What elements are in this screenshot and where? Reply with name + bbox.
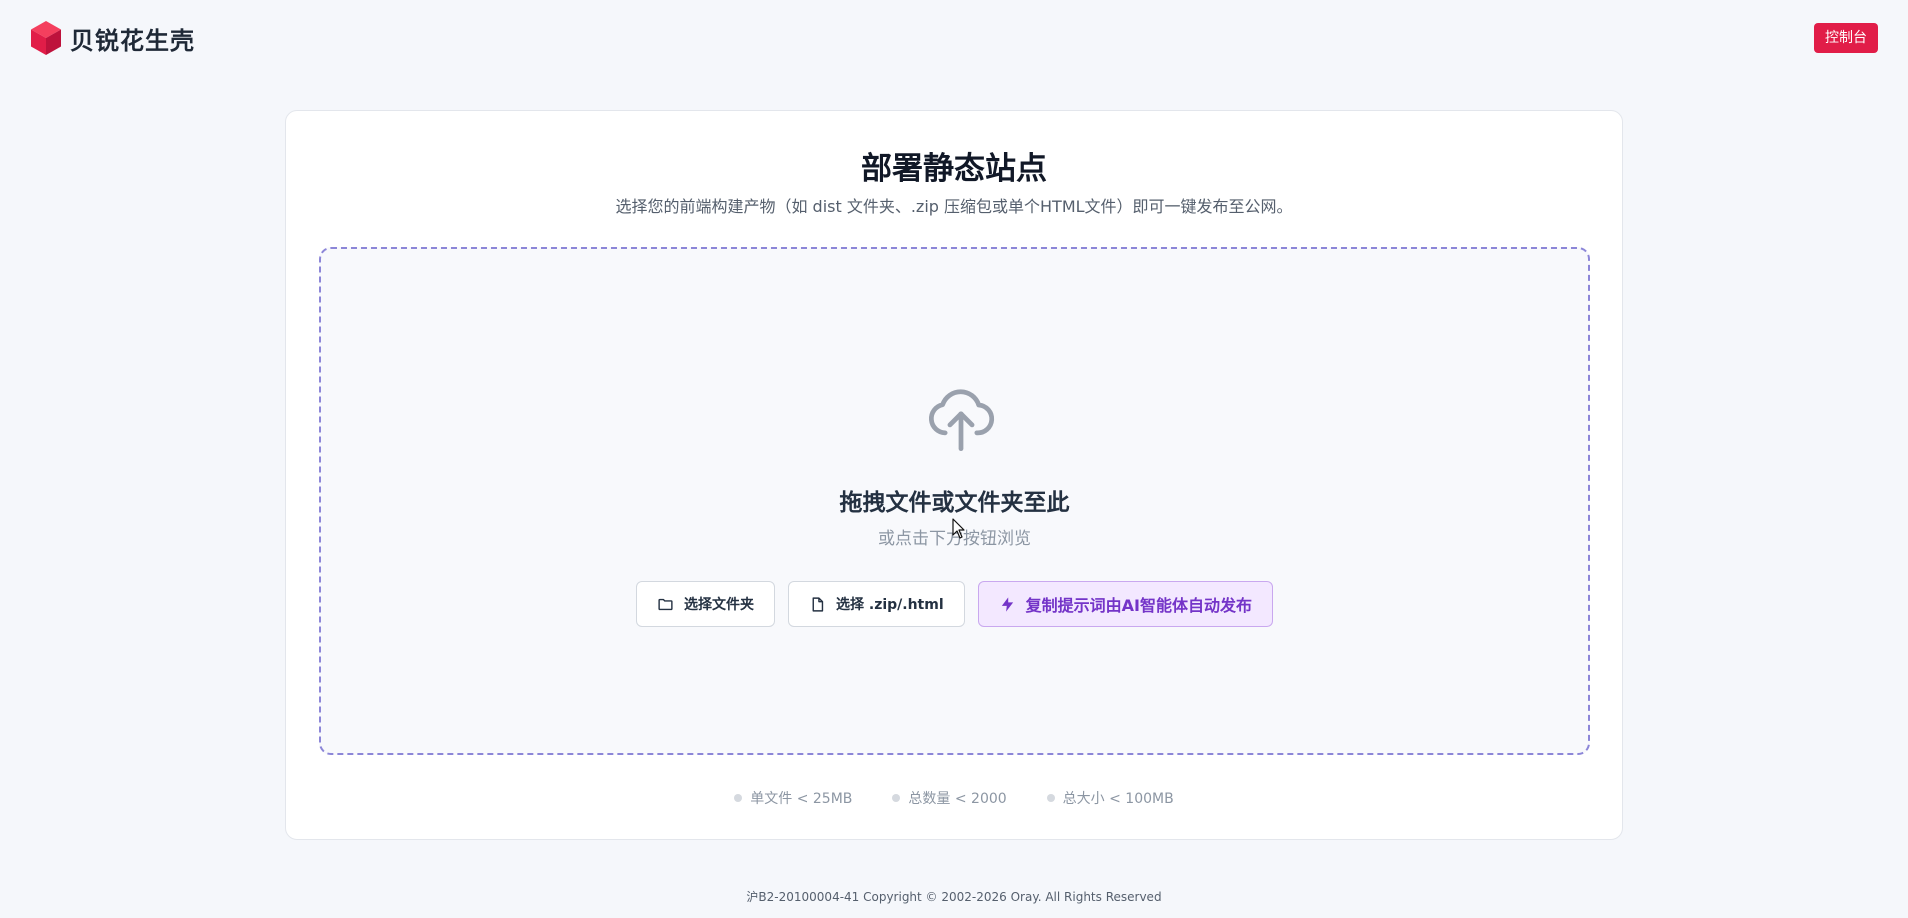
bullet-dot-icon <box>892 794 901 802</box>
copy-ai-prompt-button[interactable]: 复制提示词由AI智能体自动发布 <box>977 581 1273 627</box>
top-bar: 贝锐花生壳 控制台 <box>0 0 1908 76</box>
page-title: 部署静态站点 <box>861 151 1047 187</box>
copy-ai-prompt-label: 复制提示词由AI智能体自动发布 <box>1025 596 1252 615</box>
footer-copyright: 沪B2-20100004-41 Copyright © 2002-2026 Or… <box>746 890 1162 904</box>
deploy-card: 部署静态站点 选择您的前端构建产物（如 dist 文件夹、.zip 压缩包或单个… <box>285 110 1623 840</box>
limit-total-size: 总大小 < 100MB <box>1062 791 1174 807</box>
select-file-label: 选择 .zip/.html <box>836 597 944 613</box>
logo[interactable]: 贝锐花生壳 <box>30 20 195 56</box>
file-icon <box>812 596 824 612</box>
limit-item: 总数量 < 2000 <box>892 788 1007 808</box>
upload-buttons: 选择文件夹 选择 .zip/.html 复制提示词由AI智能体自动发布 <box>321 581 1588 627</box>
logo-cube-icon <box>31 21 61 55</box>
bullet-dot-icon <box>734 794 743 802</box>
select-folder-button[interactable]: 选择文件夹 <box>636 581 775 627</box>
limit-item: 单文件 < 25MB <box>734 788 852 808</box>
upload-dropzone[interactable]: 拖拽文件或文件夹至此 或点击下方按钮浏览 选择文件夹 选择 .zip/.html <box>319 247 1590 755</box>
select-file-button[interactable]: 选择 .zip/.html <box>788 581 965 627</box>
upload-limits: 单文件 < 25MB 总数量 < 2000 总大小 < 100MB <box>286 788 1622 808</box>
select-folder-label: 选择文件夹 <box>684 597 754 613</box>
logo-text: 贝锐花生壳 <box>70 26 195 55</box>
folder-icon <box>658 598 673 610</box>
limit-file-count: 总数量 < 2000 <box>908 791 1007 807</box>
page-subtitle: 选择您的前端构建产物（如 dist 文件夹、.zip 压缩包或单个HTML文件）… <box>615 197 1293 216</box>
limit-item: 总大小 < 100MB <box>1046 788 1174 808</box>
cloud-upload-icon <box>929 389 995 452</box>
bullet-dot-icon <box>1046 794 1055 802</box>
dropzone-title: 拖拽文件或文件夹至此 <box>839 490 1070 516</box>
lightning-icon <box>1001 596 1013 612</box>
mouse-cursor-icon <box>952 518 965 539</box>
limit-single-file: 单文件 < 25MB <box>750 791 853 807</box>
console-button[interactable]: 控制台 <box>1814 23 1878 53</box>
